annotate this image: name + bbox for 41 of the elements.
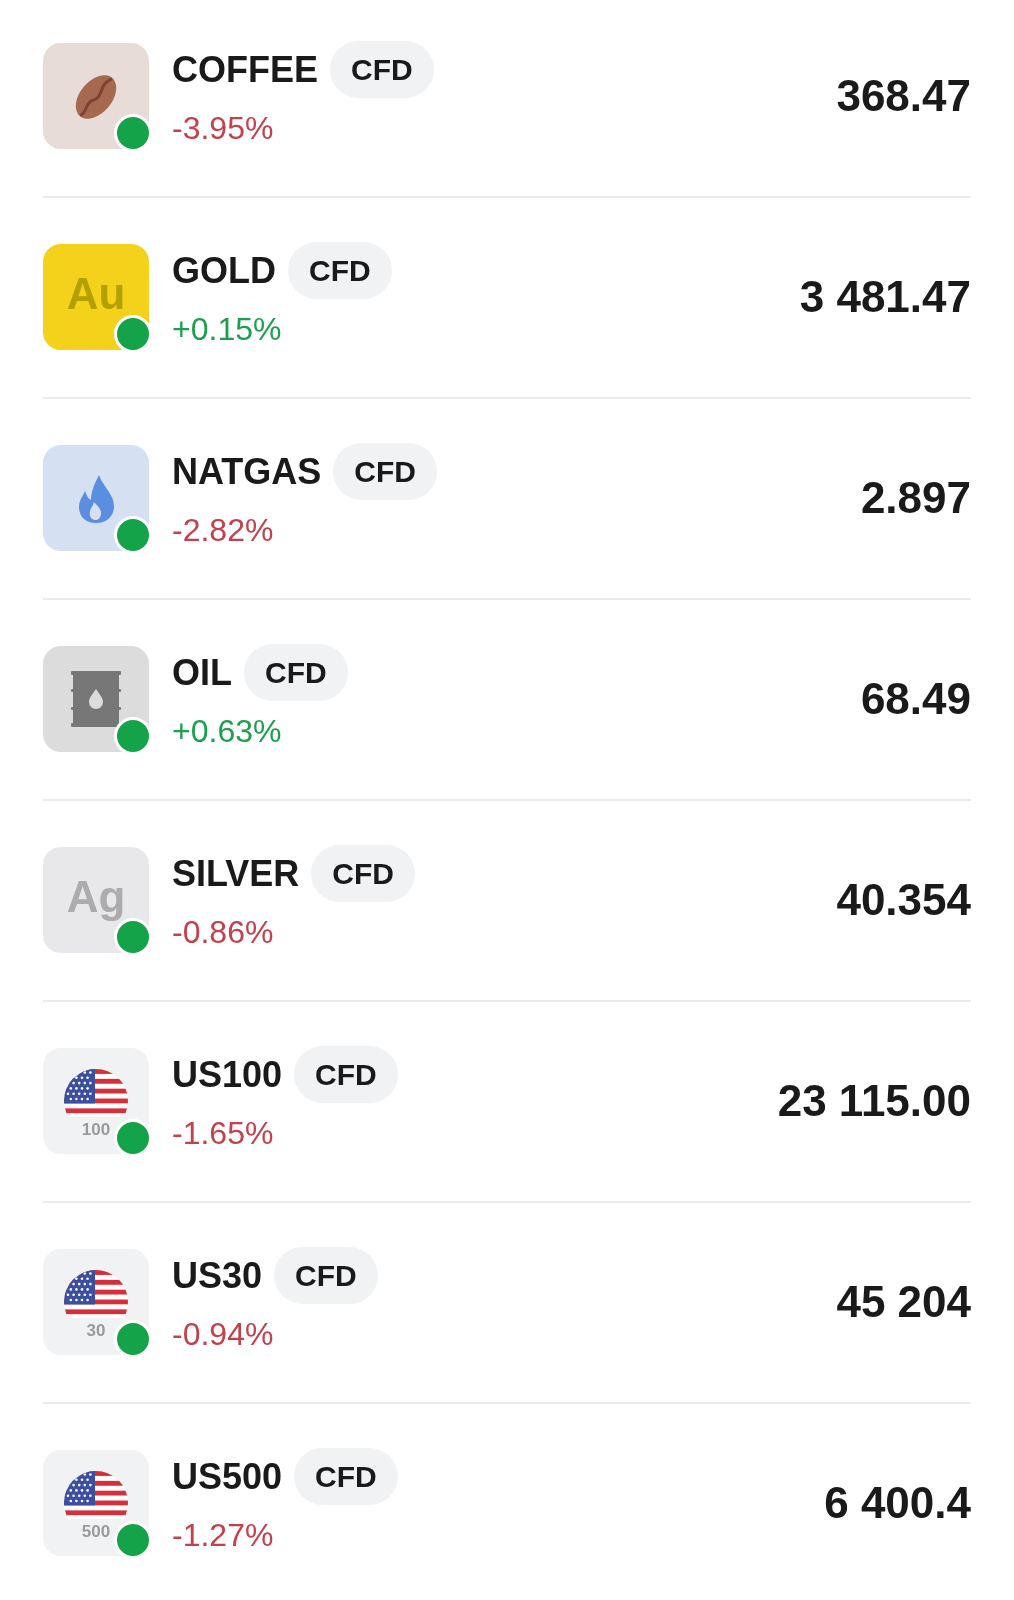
type-badge: CFD [274,1247,378,1304]
price-change: +0.63% [172,712,282,750]
index-number: 100 [81,1121,111,1139]
price: 6 400.4 [824,1478,971,1528]
instrument-name: US500 [172,1455,283,1498]
price: 2.897 [860,473,971,523]
price-change: -0.94% [172,1315,274,1353]
price-change: -0.86% [172,913,274,951]
flame-icon [43,445,149,551]
instrument-name: OIL [172,651,232,694]
price-change: -1.65% [172,1114,274,1152]
us-flag-icon [64,1069,128,1117]
type-badge: CFD [294,1448,398,1505]
price-change: +0.15% [172,310,282,348]
price: 23 115.00 [777,1076,971,1126]
price-change: -2.82% [172,511,274,549]
instrument-name: SILVER [172,852,300,895]
price: 368.47 [836,71,971,121]
price-change: -3.95% [172,109,274,147]
us-flag-icon [64,1471,128,1519]
type-badge: CFD [311,845,415,902]
type-badge: CFD [244,644,348,701]
instrument-name: COFFEE [172,48,318,91]
price-change: -1.27% [172,1516,274,1554]
price: 3 481.47 [799,272,971,322]
type-badge: CFD [288,242,392,299]
price: 68.49 [860,674,971,724]
barrel-icon [43,646,149,752]
type-badge: CFD [294,1046,398,1103]
type-badge: CFD [330,41,434,98]
instrument-name: US30 [172,1254,263,1297]
instrument-name: GOLD [172,249,276,292]
index-number: 30 [86,1322,106,1340]
instrument-name: NATGAS [172,450,322,493]
us-flag-icon [64,1270,128,1318]
type-badge: CFD [333,443,437,500]
price: 45 204 [836,1277,971,1327]
index-number: 500 [81,1523,111,1541]
price: 40.354 [836,875,971,925]
instrument-name: US100 [172,1053,283,1096]
coffee-bean-icon [43,43,149,149]
